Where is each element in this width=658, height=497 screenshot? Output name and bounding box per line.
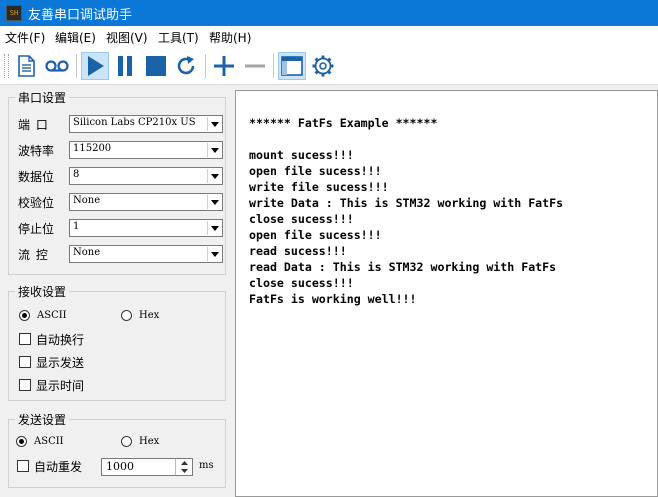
serial-settings-group: 串口设置 端 口 Silicon Labs CP210x US 波特率 1152… — [8, 89, 226, 275]
stop-icon — [146, 56, 166, 76]
flow-control-label: 流 控 — [18, 248, 49, 262]
parity-value: None — [73, 195, 101, 206]
settings-icon — [312, 55, 334, 77]
send-hex-radio[interactable] — [121, 436, 132, 447]
send-ascii-label: ASCII — [34, 436, 64, 447]
chevron-down-icon[interactable] — [207, 247, 221, 261]
receive-output-area[interactable]: ****** FatFs Example ****** mount sucess… — [235, 90, 658, 497]
menu-tools[interactable]: 工具(T) — [158, 29, 199, 46]
loop-button[interactable] — [43, 52, 71, 80]
send-ascii-radio[interactable] — [16, 436, 27, 447]
port-select[interactable]: Silicon Labs CP210x US — [69, 115, 223, 133]
play-button[interactable] — [81, 52, 109, 80]
port-label: 端 口 — [18, 118, 49, 132]
resend-interval-value: 1000 — [106, 460, 134, 473]
chevron-down-icon — [180, 469, 188, 473]
auto-wrap-checkbox[interactable] — [19, 333, 31, 345]
baud-rate-value: 115200 — [73, 143, 112, 154]
show-sent-checkbox[interactable] — [19, 356, 31, 368]
chevron-down-icon[interactable] — [207, 221, 221, 235]
send-settings-title: 发送设置 — [15, 411, 70, 428]
play-icon — [88, 56, 104, 76]
baud-rate-select[interactable]: 115200 — [69, 141, 223, 159]
resend-interval-input[interactable]: 1000 — [101, 458, 193, 476]
show-time-label: 显示时间 — [36, 379, 85, 393]
menu-edit[interactable]: 编辑(E) — [55, 29, 96, 46]
new-file-button[interactable] — [12, 52, 40, 80]
add-icon — [214, 56, 234, 76]
window-title: 友善串口调试助手 — [28, 8, 133, 23]
stop-bits-label: 停止位 — [18, 222, 55, 236]
parity-select[interactable]: None — [69, 193, 223, 211]
menu-bar: 文件(F) 编辑(E) 视图(V) 工具(T) 帮助(H) — [0, 26, 658, 48]
stop-bits-select[interactable]: 1 — [69, 219, 223, 237]
show-time-checkbox[interactable] — [19, 379, 31, 391]
flow-control-value: None — [73, 247, 101, 258]
remove-icon — [245, 64, 265, 68]
stepper-down-button[interactable] — [176, 467, 192, 475]
receive-hex-label: Hex — [139, 310, 160, 321]
received-text: ****** FatFs Example ****** mount sucess… — [249, 116, 564, 306]
stepper-up-button[interactable] — [176, 459, 192, 467]
serial-settings-title: 串口设置 — [15, 89, 70, 106]
menu-help[interactable]: 帮助(H) — [209, 29, 251, 46]
port-value: Silicon Labs CP210x US — [73, 117, 196, 128]
stop-button[interactable] — [142, 52, 170, 80]
menu-view[interactable]: 视图(V) — [106, 29, 148, 46]
receive-settings-group: 接收设置 ASCII Hex 自动换行 显示发送 显示时间 — [8, 283, 226, 401]
data-bits-select[interactable]: 8 — [69, 167, 223, 185]
auto-wrap-label: 自动换行 — [36, 333, 85, 347]
toolbar — [0, 48, 658, 85]
refresh-icon — [177, 56, 195, 75]
data-bits-label: 数据位 — [18, 170, 55, 184]
settings-button[interactable] — [309, 52, 337, 80]
loop-icon — [45, 60, 69, 72]
remove-button[interactable] — [241, 52, 269, 80]
receive-hex-radio[interactable] — [121, 310, 132, 321]
receive-settings-title: 接收设置 — [15, 283, 70, 300]
auto-resend-checkbox[interactable] — [17, 460, 29, 472]
show-sent-label: 显示发送 — [36, 356, 85, 370]
chevron-down-icon[interactable] — [207, 143, 221, 157]
interval-unit: ms — [199, 460, 214, 471]
receive-ascii-radio[interactable] — [19, 310, 30, 321]
menu-file[interactable]: 文件(F) — [5, 29, 45, 46]
parity-label: 校验位 — [18, 196, 55, 210]
chevron-up-icon — [180, 461, 188, 465]
toolbar-separator — [76, 54, 77, 78]
window-toggle-button[interactable] — [278, 52, 306, 80]
chevron-down-icon[interactable] — [207, 169, 221, 183]
new-file-icon — [18, 55, 35, 77]
toolbar-grip[interactable] — [4, 54, 9, 78]
receive-ascii-label: ASCII — [37, 310, 67, 321]
add-button[interactable] — [210, 52, 238, 80]
chevron-down-icon[interactable] — [207, 117, 221, 131]
chevron-down-icon[interactable] — [207, 195, 221, 209]
baud-rate-label: 波特率 — [18, 144, 55, 158]
settings-panel: 串口设置 端 口 Silicon Labs CP210x US 波特率 1152… — [0, 85, 234, 497]
pause-button[interactable] — [111, 52, 139, 80]
auto-resend-label: 自动重发 — [34, 460, 83, 474]
data-bits-value: 8 — [73, 169, 80, 180]
toolbar-separator — [273, 54, 274, 78]
toolbar-separator — [205, 54, 206, 78]
refresh-button[interactable] — [172, 52, 200, 80]
send-settings-group: 发送设置 ASCII Hex 自动重发 1000 ms — [8, 411, 226, 488]
stop-bits-value: 1 — [73, 221, 80, 232]
interval-stepper[interactable] — [175, 459, 192, 475]
pause-icon — [118, 56, 132, 76]
flow-control-select[interactable]: None — [69, 245, 223, 263]
title-bar[interactable]: SH 友善串口调试助手 — [0, 0, 658, 26]
app-icon: SH — [6, 5, 22, 21]
window-icon — [281, 56, 303, 76]
send-hex-label: Hex — [139, 436, 160, 447]
